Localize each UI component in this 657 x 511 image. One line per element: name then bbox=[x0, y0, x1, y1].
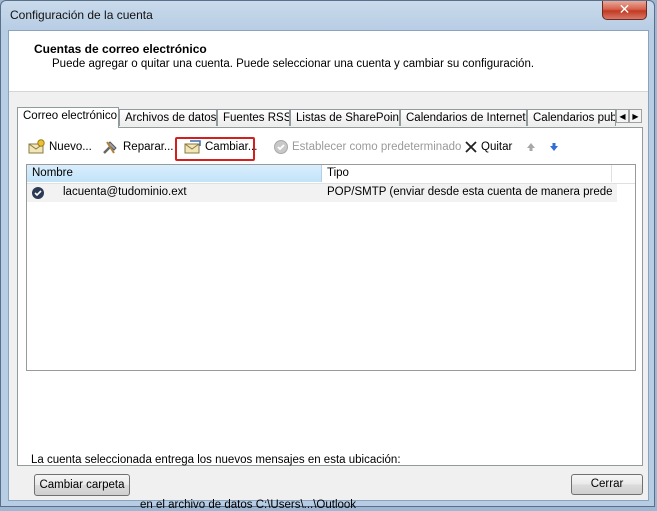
account-name: lacuenta@tudominio.ext bbox=[63, 186, 187, 198]
header-subtitle: Puede agregar o quitar una cuenta. Puede… bbox=[52, 58, 535, 70]
repair-account-button[interactable]: Reparar... bbox=[102, 138, 174, 156]
new-account-label: Nuevo... bbox=[49, 141, 92, 153]
tab-strip: Correo electrónico Archivos de datos Fue… bbox=[17, 107, 643, 128]
new-mail-icon bbox=[28, 139, 46, 155]
tab-correo-electronico[interactable]: Correo electrónico bbox=[17, 107, 119, 128]
title-bar[interactable]: Configuración de la cuenta ✕ bbox=[1, 1, 654, 31]
remove-account-button[interactable]: Quitar bbox=[464, 138, 512, 156]
tab-archivos-de-datos[interactable]: Archivos de datos bbox=[119, 109, 217, 126]
accounts-list[interactable]: Nombre Tipo lacuenta@tudominio.ext POP/S… bbox=[26, 164, 636, 371]
tab-calendarios-internet[interactable]: Calendarios de Internet bbox=[400, 109, 527, 126]
window-title: Configuración de la cuenta bbox=[10, 8, 153, 22]
new-account-button[interactable]: Nuevo... bbox=[28, 138, 92, 156]
remove-account-label: Quitar bbox=[481, 141, 513, 153]
tab-calendarios-publicados[interactable]: Calendarios publi bbox=[527, 109, 616, 126]
change-account-label: Cambiar... bbox=[205, 141, 258, 153]
tab-listas-sharepoint[interactable]: Listas de SharePoint bbox=[290, 109, 400, 126]
column-header-tipo[interactable]: Tipo bbox=[322, 165, 612, 182]
tab-fuentes-rss[interactable]: Fuentes RSS bbox=[217, 109, 290, 126]
change-settings-icon bbox=[184, 139, 202, 155]
data-file-path: en el archivo de datos C:\Users\...\Outl… bbox=[140, 499, 357, 511]
change-folder-button[interactable]: Cambiar carpeta bbox=[34, 474, 130, 496]
header-band: Cuentas de correo electrónico Puede agre… bbox=[9, 31, 648, 92]
change-account-button[interactable]: Cambiar... bbox=[184, 138, 257, 156]
move-up-button[interactable] bbox=[525, 138, 537, 156]
tab-label: Listas de SharePoint bbox=[296, 112, 400, 124]
tab-label: Calendarios de Internet bbox=[406, 112, 526, 124]
set-default-label: Establecer como predeterminado bbox=[292, 141, 462, 153]
default-account-check-icon bbox=[31, 186, 45, 200]
tab-label: Archivos de datos bbox=[125, 112, 217, 124]
close-icon: ✕ bbox=[618, 2, 631, 18]
tab-label: Calendarios publi bbox=[533, 112, 616, 124]
tab-scroll-left-button[interactable]: ◀ bbox=[616, 109, 629, 123]
checkmark-circle-icon bbox=[273, 139, 289, 155]
move-down-button[interactable] bbox=[548, 138, 560, 156]
account-toolbar: Nuevo... Reparar... Cambiar... Establece… bbox=[18, 136, 642, 161]
close-window-button[interactable]: ✕ bbox=[602, 1, 647, 20]
header-title: Cuentas de correo electrónico bbox=[34, 42, 207, 56]
set-default-button[interactable]: Establecer como predeterminado bbox=[273, 138, 461, 156]
arrow-down-icon bbox=[548, 141, 560, 153]
repair-account-label: Reparar... bbox=[123, 141, 174, 153]
remove-x-icon bbox=[464, 140, 478, 154]
column-header-nombre[interactable]: Nombre bbox=[27, 165, 322, 182]
tab-label: Correo electrónico bbox=[23, 110, 117, 122]
repair-tools-icon bbox=[102, 139, 120, 155]
account-settings-window: Configuración de la cuenta ✕ Cuentas de … bbox=[0, 0, 655, 511]
account-type: POP/SMTP (enviar desde esta cuenta de ma… bbox=[327, 186, 612, 198]
arrow-up-icon bbox=[525, 141, 537, 153]
tab-scroll-right-button[interactable]: ▶ bbox=[629, 109, 642, 123]
tab-label: Fuentes RSS bbox=[223, 112, 290, 124]
dialog-client-area: Cuentas de correo electrónico Puede agre… bbox=[8, 30, 649, 511]
delivery-info-text: La cuenta seleccionada entrega los nuevo… bbox=[31, 454, 401, 466]
email-tab-panel: Nuevo... Reparar... Cambiar... Establece… bbox=[17, 127, 643, 511]
close-button[interactable]: Cerrar bbox=[571, 474, 643, 495]
table-row[interactable]: lacuenta@tudominio.ext POP/SMTP (enviar … bbox=[27, 184, 617, 202]
list-header: Nombre Tipo bbox=[27, 165, 635, 184]
